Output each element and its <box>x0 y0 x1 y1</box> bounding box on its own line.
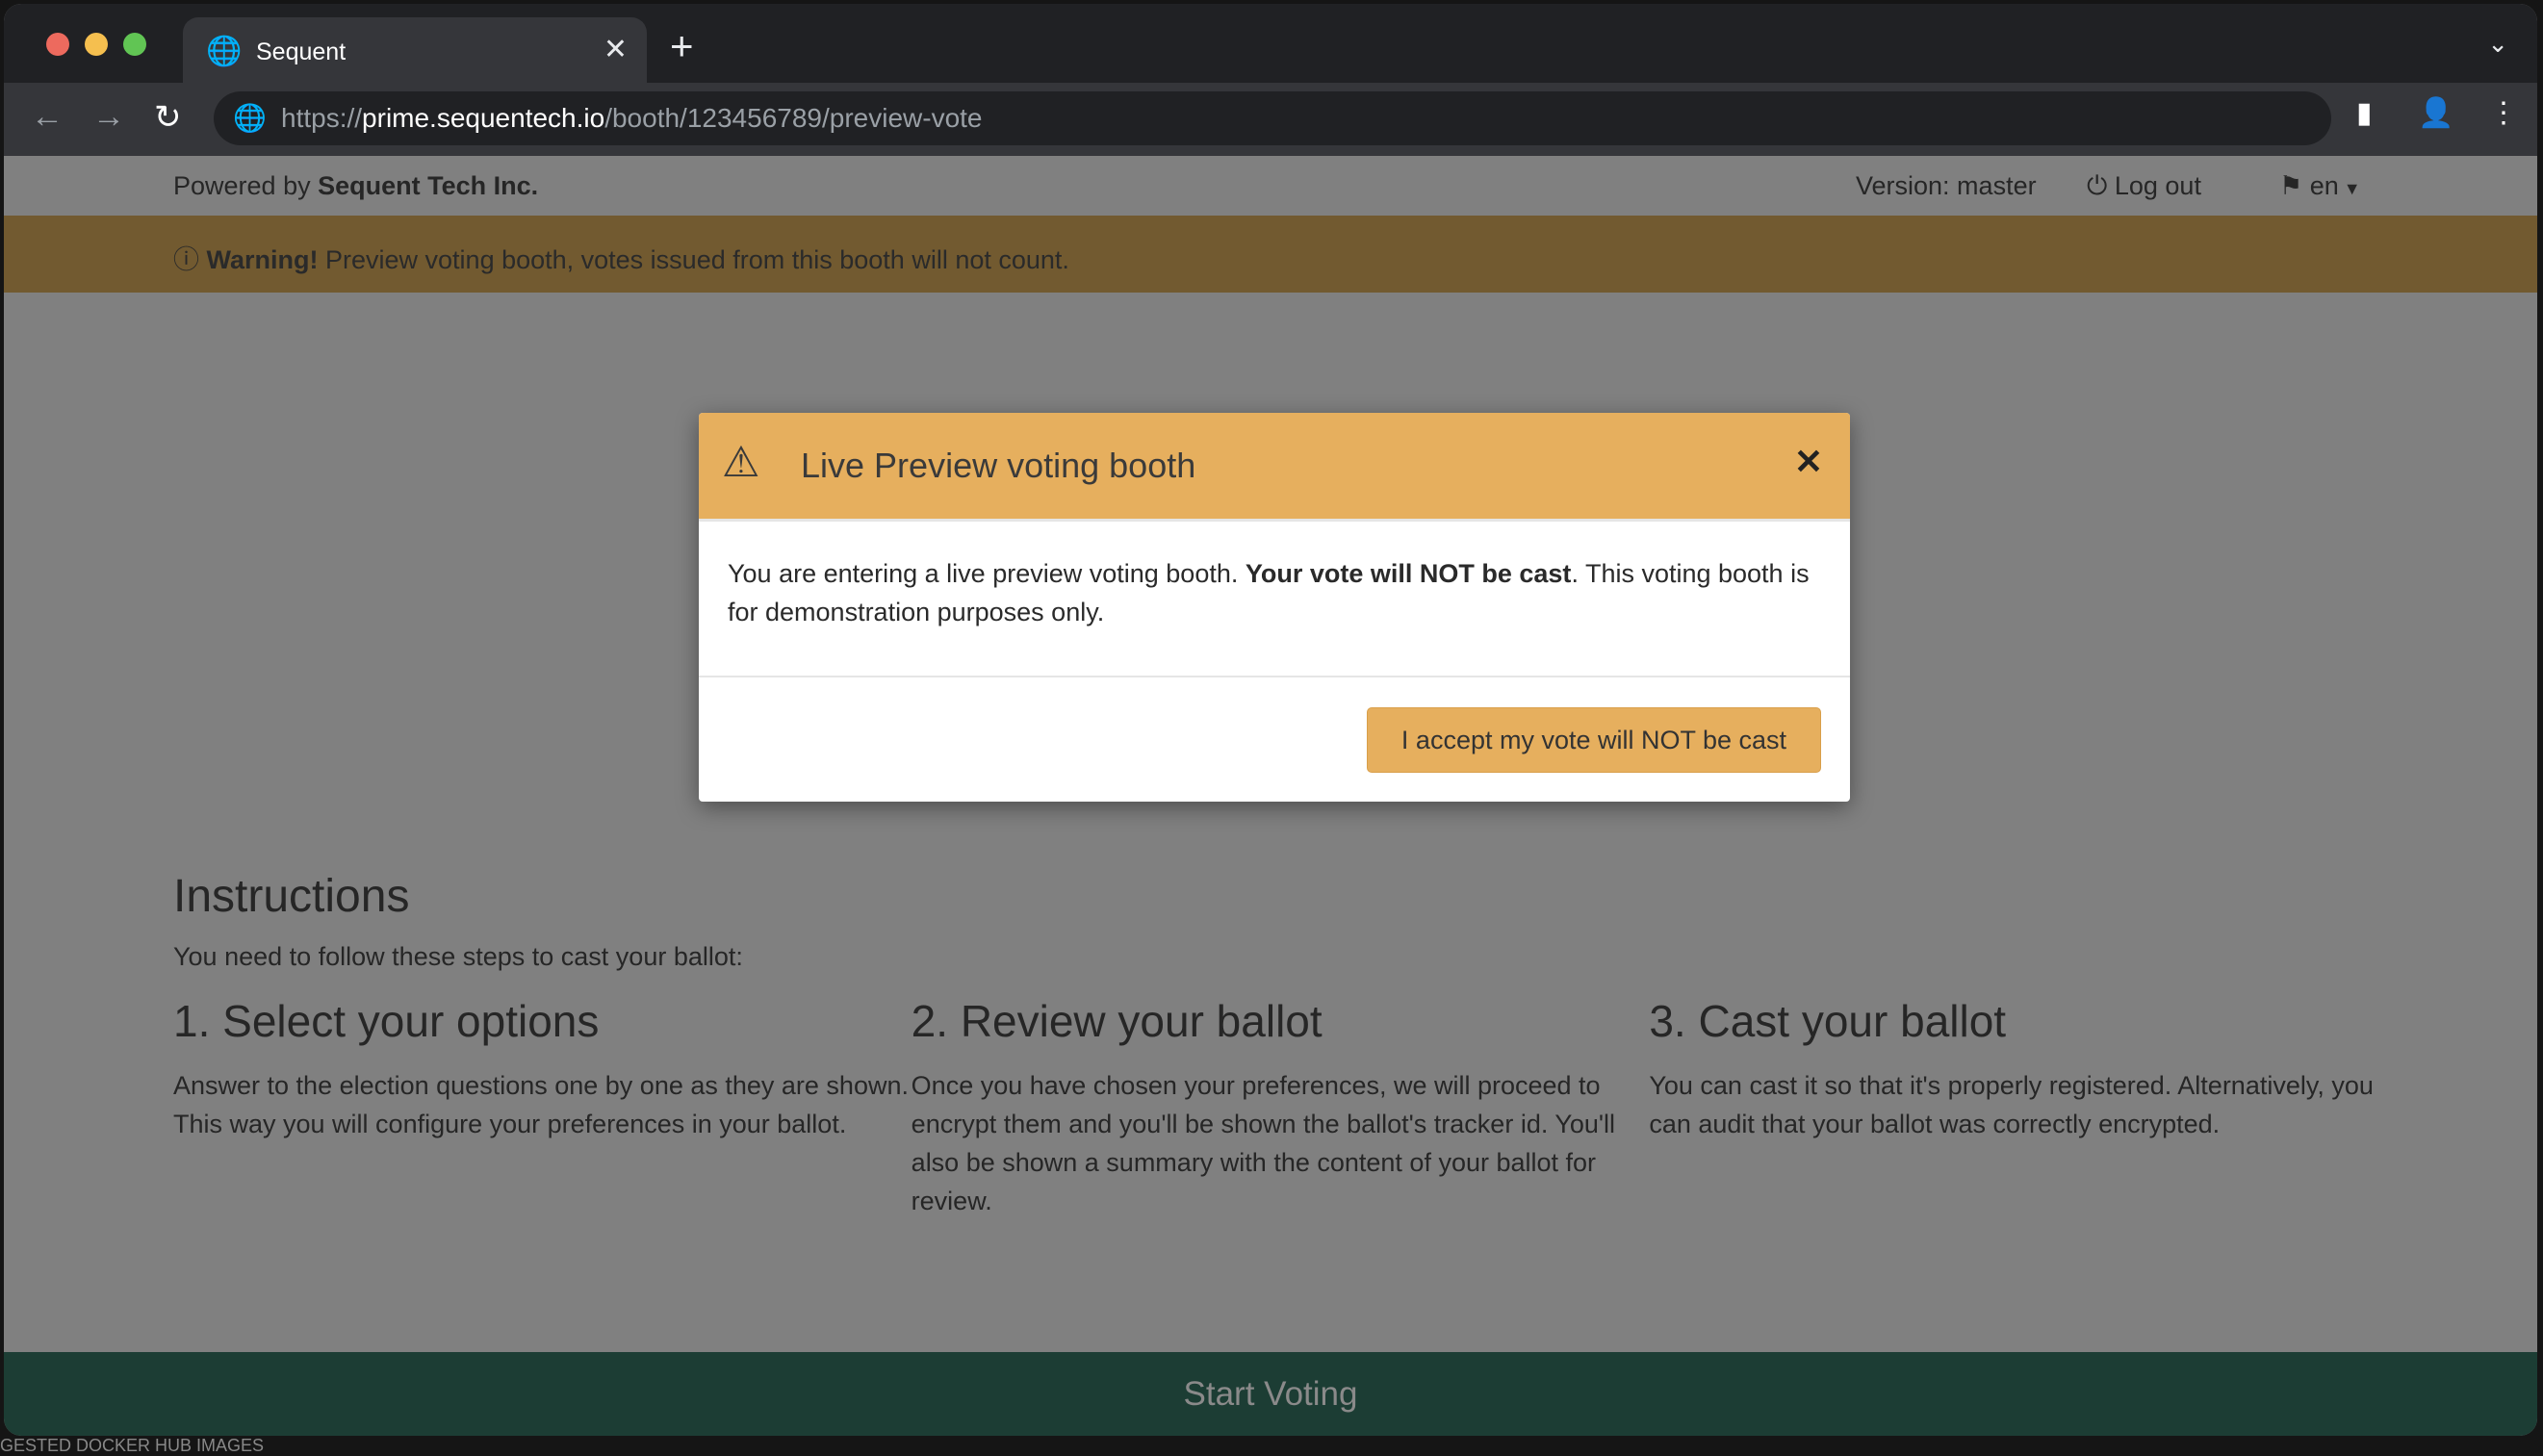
maximize-window-button[interactable] <box>123 33 146 56</box>
step-title: 2. Review your ballot <box>911 996 1323 1046</box>
warning-icon: ⚠ <box>722 439 760 486</box>
warning-banner: ⓘ Warning! Preview voting booth, votes i… <box>4 216 2537 293</box>
forward-icon[interactable]: → <box>92 98 125 136</box>
tab-title: Sequent <box>256 38 347 65</box>
new-tab-icon[interactable]: + <box>670 23 694 69</box>
browser-window: 🌐 Sequent ✕ + ⌄ ← → ↻ 🌐 https://prime.se… <box>4 4 2537 1436</box>
modal-body: You are entering a live preview voting b… <box>699 522 1850 677</box>
powered-by: Powered by Sequent Tech Inc. <box>173 171 539 200</box>
browser-tab[interactable]: 🌐 Sequent ✕ <box>183 17 647 85</box>
close-icon[interactable]: ✕ <box>1794 442 1823 482</box>
logout-link[interactable]: ⏻ Log out <box>2087 171 2201 202</box>
warning-label: Warning! <box>206 245 319 274</box>
back-icon[interactable]: ← <box>31 98 64 136</box>
modal-title: Live Preview voting booth <box>801 446 1196 485</box>
profile-icon[interactable]: 👤 <box>2418 96 2453 130</box>
accept-button[interactable]: I accept my vote will NOT be cast <box>1367 707 1821 773</box>
flag-icon: ⚑ <box>2279 171 2310 200</box>
site-info-icon[interactable]: 🌐 <box>233 91 267 145</box>
instructions: Instructions You need to follow these st… <box>173 870 2387 1220</box>
address-toolbar: ← → ↻ 🌐 https://prime.sequentech.io/boot… <box>4 83 2537 156</box>
reload-icon[interactable]: ↻ <box>154 98 182 137</box>
power-icon: ⏻ <box>2087 171 2115 200</box>
warning-text: Preview voting booth, votes issued from … <box>318 245 1069 274</box>
chevron-down-icon[interactable]: ⌄ <box>2487 29 2508 59</box>
version-label: Version: master <box>1856 171 2037 200</box>
preview-modal: ⚠ Live Preview voting booth ✕ You are en… <box>699 413 1850 802</box>
step-text: You can cast it so that it's properly re… <box>1649 1071 2374 1138</box>
url-path: /booth/123456789/preview-vote <box>604 103 983 133</box>
step-title: 1. Select your options <box>173 996 600 1046</box>
step-text: Answer to the election questions one by … <box>173 1071 909 1138</box>
close-tab-icon[interactable]: ✕ <box>604 33 628 66</box>
modal-header: ⚠ Live Preview voting booth ✕ <box>699 413 1850 522</box>
url-host: prime.sequentech.io <box>362 103 605 133</box>
background-text: GESTED DOCKER HUB IMAGES <box>0 1436 265 1455</box>
instructions-title: Instructions <box>173 871 410 922</box>
info-icon: ⓘ <box>173 245 207 274</box>
tab-bar: 🌐 Sequent ✕ + ⌄ <box>4 4 2537 85</box>
menu-icon[interactable]: ⋮ <box>2489 96 2518 130</box>
globe-icon: 🌐 <box>206 36 243 67</box>
start-voting-button[interactable]: Start Voting <box>4 1352 2537 1436</box>
minimize-window-button[interactable] <box>85 33 108 56</box>
side-panel-icon[interactable]: ▮ <box>2356 96 2373 130</box>
caret-down-icon: ▼ <box>2338 179 2361 198</box>
url-scheme: https:// <box>281 103 363 133</box>
instructions-subtitle: You need to follow these steps to cast y… <box>173 942 743 971</box>
url-bar[interactable]: 🌐 https://prime.sequentech.io/booth/1234… <box>214 91 2331 145</box>
step-1: 1. Select your options Answer to the elec… <box>173 995 912 1220</box>
step-text: Once you have chosen your preferences, w… <box>911 1071 1616 1215</box>
step-title: 3. Cast your ballot <box>1649 996 2007 1046</box>
close-window-button[interactable] <box>46 33 69 56</box>
language-selector[interactable]: ⚑ en ▼ <box>2279 171 2361 201</box>
site-header: Powered by Sequent Tech Inc. Version: ma… <box>4 156 2537 216</box>
step-2: 2. Review your ballot Once you have chose… <box>912 995 1650 1220</box>
step-3: 3. Cast your ballot You can cast it so th… <box>1649 995 2387 1220</box>
